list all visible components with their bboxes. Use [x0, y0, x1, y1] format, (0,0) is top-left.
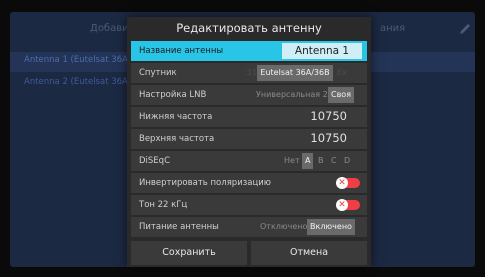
pencil-icon[interactable]: [458, 22, 472, 36]
diseqc-option-d[interactable]: D: [341, 153, 353, 169]
antenna-power-option-on[interactable]: Включено: [307, 219, 355, 235]
low-frequency-value[interactable]: 10750: [310, 109, 347, 123]
cancel-button[interactable]: Отмена: [251, 241, 367, 265]
edit-antenna-dialog: Редактировать антенну Название антенны A…: [127, 17, 371, 267]
satellite-next-option[interactable]: Ex: [334, 65, 350, 81]
high-frequency-value[interactable]: 10750: [310, 131, 347, 145]
lnb-row[interactable]: Настройка LNB Универсальная 2 Своя: [131, 85, 367, 105]
lnb-label: Настройка LNB: [139, 90, 207, 100]
satellite-selected-option[interactable]: Eutelsat 36A/36B: [257, 65, 333, 81]
dialog-title: Редактировать антенну: [176, 21, 322, 35]
antenna-name-label: Название антенны: [139, 46, 224, 56]
antenna-name-row[interactable]: Название антенны Antenna 1: [131, 41, 367, 61]
diseqc-row[interactable]: DiSEqC Нет A B C D: [131, 151, 367, 171]
satellite-label: Спутник: [139, 68, 177, 78]
invert-polarization-row[interactable]: Инвертировать поляризацию ✕: [131, 173, 367, 193]
diseqc-option-a[interactable]: A: [302, 153, 314, 169]
antenna-power-row[interactable]: Питание антенны Отключено Включено: [131, 217, 367, 237]
diseqc-option-none[interactable]: Нет: [281, 153, 303, 169]
background-header-right: ания: [380, 23, 406, 34]
tone-22khz-toggle[interactable]: ✕: [336, 199, 360, 211]
toggle-off-icon: ✕: [336, 199, 348, 211]
satellite-row[interactable]: Спутник :31 Eutelsat 36A/36B Ex: [131, 63, 367, 83]
high-frequency-row[interactable]: Верхняя частота 10750: [131, 129, 367, 149]
antenna-power-option-off[interactable]: Отключено: [257, 219, 310, 235]
diseqc-label: DiSEqC: [139, 156, 171, 166]
save-button[interactable]: Сохранить: [131, 241, 247, 265]
tone-22khz-label: Тон 22 кГц: [139, 200, 188, 210]
lnb-option-custom[interactable]: Своя: [328, 87, 355, 103]
low-frequency-row[interactable]: Нижняя частота 10750: [131, 107, 367, 127]
background-antenna-label: Antenna 2 (Eutelsat 36A: [24, 77, 128, 87]
diseqc-option-b[interactable]: B: [315, 153, 327, 169]
diseqc-option-c[interactable]: C: [328, 153, 340, 169]
antenna-name-input[interactable]: Antenna 1: [282, 43, 362, 59]
low-frequency-label: Нижняя частота: [139, 112, 213, 122]
background-antenna-label: Antenna 1 (Eutelsat 36A: [24, 55, 128, 65]
tone-22khz-row[interactable]: Тон 22 кГц ✕: [131, 195, 367, 215]
invert-polarization-toggle[interactable]: ✕: [336, 177, 360, 189]
antenna-power-label: Питание антенны: [139, 222, 219, 232]
toggle-off-icon: ✕: [336, 177, 348, 189]
invert-polarization-label: Инвертировать поляризацию: [139, 178, 271, 188]
lnb-option-universal[interactable]: Универсальная 2: [253, 87, 331, 103]
high-frequency-label: Верхняя частота: [139, 134, 215, 144]
